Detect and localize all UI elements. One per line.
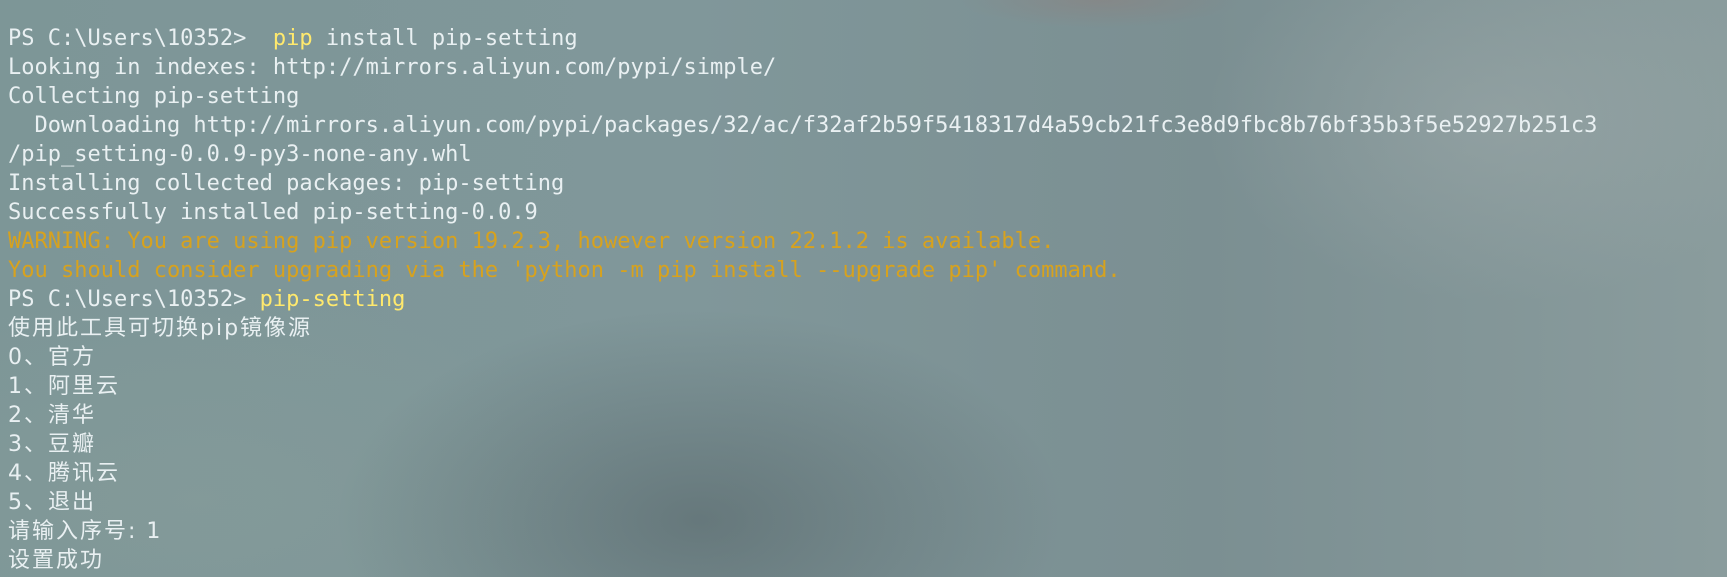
menu-option: 3、豆瓣 (8, 432, 96, 457)
command-program: pip-setting (259, 287, 406, 312)
output-line: Successfully installed pip-setting-0.0.9 (8, 200, 538, 225)
shell-prompt: PS C:\Users\10352> (8, 26, 247, 51)
output-line: /pip_setting-0.0.9-py3-none-any.whl (8, 142, 472, 167)
command-line-2: PS C:\Users\10352> pip-setting (8, 285, 1727, 314)
command-args: install pip-setting (325, 26, 578, 51)
output-line: Looking in indexes: http://mirrors.aliyu… (8, 55, 777, 80)
menu-intro: 使用此工具可切换pip镜像源 (8, 316, 313, 341)
menu-option: 5、退出 (8, 490, 96, 515)
output-line: Collecting pip-setting (8, 84, 300, 109)
result-line: 设置成功 (8, 548, 105, 573)
warning-line: You should consider upgrading via the 'p… (8, 258, 1121, 283)
command-line-1: PS C:\Users\10352> pip install pip-setti… (8, 24, 1727, 53)
menu-option: 2、清华 (8, 403, 96, 428)
menu-option: 4、腾讯云 (8, 461, 120, 486)
output-line: Installing collected packages: pip-setti… (8, 171, 565, 196)
warning-line: WARNING: You are using pip version 19.2.… (8, 229, 1055, 254)
terminal-output: PS C:\Users\10352> pip install pip-setti… (8, 24, 1727, 575)
output-line: Downloading http://mirrors.aliyun.com/py… (8, 113, 1598, 138)
input-prompt: 请输入序号: 1 (8, 519, 163, 544)
terminal-window[interactable]: PS C:\Users\10352> pip install pip-setti… (0, 0, 1727, 577)
menu-option: 1、阿里云 (8, 374, 120, 399)
command-program: pip (272, 26, 313, 51)
shell-prompt: PS C:\Users\10352> (8, 287, 247, 312)
menu-option: 0、官方 (8, 345, 96, 370)
